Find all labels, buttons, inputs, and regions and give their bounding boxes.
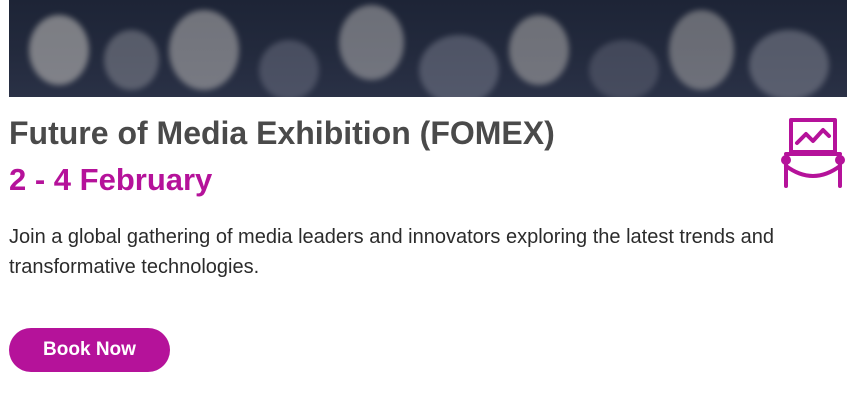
event-date: 2 - 4 February <box>9 162 213 197</box>
event-hero-image <box>9 0 847 97</box>
event-title: Future of Media Exhibition (FOMEX) <box>9 115 555 151</box>
book-now-button[interactable]: Book Now <box>9 328 170 372</box>
exhibition-icon <box>781 118 845 188</box>
event-card: Future of Media Exhibition (FOMEX) 2 - 4… <box>0 0 847 398</box>
event-description: Join a global gathering of media leaders… <box>9 226 774 278</box>
